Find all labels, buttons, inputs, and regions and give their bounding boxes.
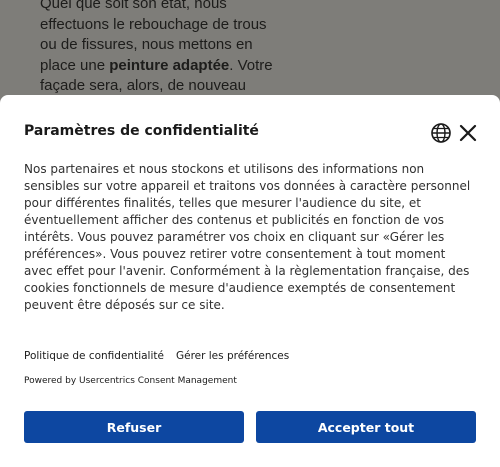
description-line: préférences». Vous pouvez retirer votre … [24, 247, 446, 261]
privacy-settings-dialog: Paramètres de confidentialité Nos parten… [0, 95, 500, 467]
description-line: avec effet pour l'avenir. Conformément à… [24, 264, 470, 278]
description-line: cookies fonctionnels de mesure d'audienc… [24, 281, 456, 295]
accept-all-button[interactable]: Accepter tout [256, 411, 476, 443]
privacy-policy-link[interactable]: Politique de confidentialité [24, 350, 164, 362]
dialog-links: Politique de confidentialité Gérer les pr… [24, 350, 289, 362]
manage-preferences-link[interactable]: Gérer les préférences [176, 350, 289, 362]
description-line: intérêts. Vous pouvez paramétrer vos cho… [24, 230, 445, 244]
description-line: Nos partenaires et nous stockons et util… [24, 162, 425, 176]
globe-icon[interactable] [430, 122, 452, 144]
powered-by-text: Powered by Usercentrics Consent Manageme… [24, 376, 237, 386]
dialog-title: Paramètres de confidentialité [24, 123, 259, 139]
description-line: éventuellement afficher des contenus et … [24, 213, 445, 227]
consent-description: Nos partenaires et nous stockons et util… [24, 161, 480, 314]
close-icon[interactable] [458, 123, 478, 143]
description-line: peuvent être déposés sur ce site. [24, 298, 225, 312]
description-line: sensibles sur votre appareil et traitons… [24, 179, 471, 193]
description-line: pour différentes finalités, telles que m… [24, 196, 421, 210]
deny-button[interactable]: Refuser [24, 411, 244, 443]
